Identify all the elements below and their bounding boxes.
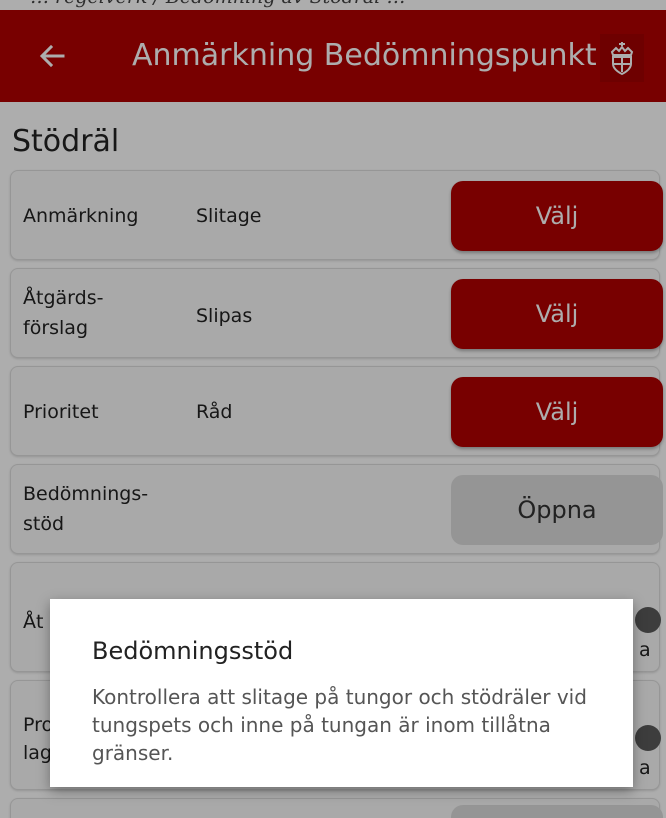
dialog-title: Bedömningsstöd [92,637,294,665]
dialog-body: Kontrollera att slitage på tungor och st… [92,685,587,765]
dialog: Bedömningsstöd Kontrollera att slitage p… [50,599,633,787]
